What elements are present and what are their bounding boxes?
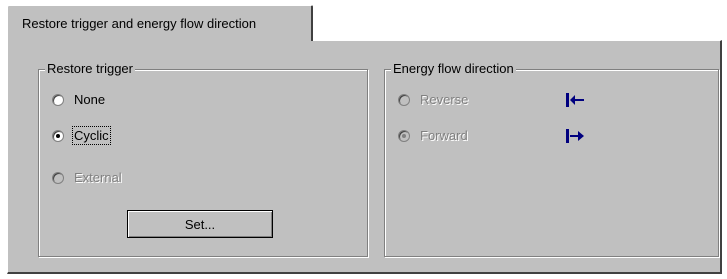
energy-flow-group: Energy flow direction Reverse Forward: [384, 61, 719, 257]
radio-forward-indicator[interactable]: [398, 129, 410, 142]
restore-trigger-group: Restore trigger None Cyclic External Set…: [38, 61, 368, 257]
radio-cyclic[interactable]: Cyclic: [52, 126, 111, 145]
set-button[interactable]: Set...: [127, 210, 273, 238]
radio-external-label[interactable]: External: [74, 170, 122, 185]
radio-cyclic-label[interactable]: Cyclic: [72, 126, 111, 145]
tab-panel: Restore trigger None Cyclic External Set…: [7, 40, 722, 274]
radio-reverse[interactable]: Reverse: [398, 92, 468, 107]
radio-external[interactable]: External: [52, 170, 122, 185]
set-button-label: Set...: [184, 216, 216, 232]
tab-restore-trigger[interactable]: Restore trigger and energy flow directio…: [7, 5, 313, 41]
arrow-left-to-bar-icon: [566, 93, 584, 107]
restore-trigger-title: Restore trigger: [45, 61, 135, 76]
radio-external-indicator[interactable]: [52, 171, 64, 184]
radio-reverse-indicator[interactable]: [398, 93, 410, 106]
radio-none[interactable]: None: [52, 92, 105, 107]
radio-reverse-label[interactable]: Reverse: [420, 92, 468, 107]
radio-forward[interactable]: Forward: [398, 128, 468, 143]
arrow-right-to-bar-icon: [566, 129, 584, 143]
radio-none-indicator[interactable]: [52, 93, 64, 106]
tab-label: Restore trigger and energy flow directio…: [22, 16, 257, 31]
radio-forward-label[interactable]: Forward: [420, 128, 468, 143]
radio-none-label[interactable]: None: [74, 92, 105, 107]
radio-cyclic-indicator[interactable]: [52, 129, 64, 142]
energy-flow-title: Energy flow direction: [391, 61, 516, 76]
